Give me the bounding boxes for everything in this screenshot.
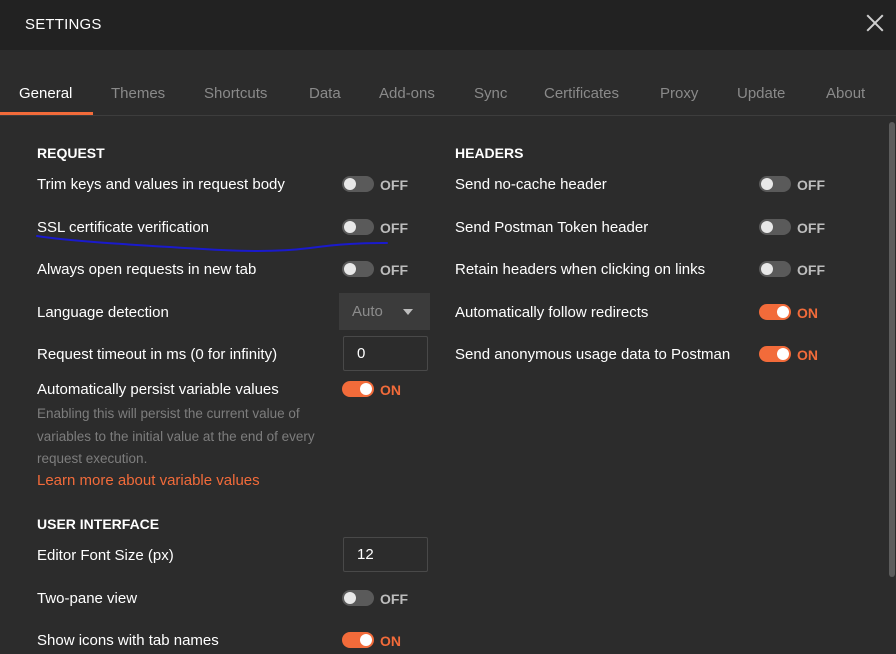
- toggle-knob: [761, 263, 773, 275]
- toggle-knob: [761, 178, 773, 190]
- postman-token-label: Send Postman Token header: [455, 219, 649, 236]
- tab-general[interactable]: General: [19, 85, 72, 102]
- no-cache-label: Send no-cache header: [455, 176, 607, 193]
- anonymous-usage-toggle[interactable]: [759, 346, 791, 362]
- tab-sync[interactable]: Sync: [474, 85, 507, 102]
- toggle-knob: [777, 348, 789, 360]
- toggle-knob: [344, 221, 356, 233]
- user-interface-section-title: USER INTERFACE: [37, 516, 160, 532]
- persist-variables-toggle[interactable]: [342, 381, 374, 397]
- two-pane-view-label: Two-pane view: [37, 590, 138, 607]
- tab-shortcuts[interactable]: Shortcuts: [204, 85, 267, 102]
- follow-redirects-state: ON: [797, 305, 818, 321]
- close-icon[interactable]: [864, 12, 886, 34]
- trim-keys-label: Trim keys and values in request body: [37, 176, 285, 193]
- toggle-knob: [360, 634, 372, 646]
- open-new-tab-state: OFF: [380, 262, 408, 278]
- language-detection-value: Auto: [352, 303, 383, 320]
- trim-keys-toggle[interactable]: [342, 176, 374, 192]
- request-timeout-input[interactable]: 0: [343, 336, 428, 371]
- follow-redirects-toggle[interactable]: [759, 304, 791, 320]
- tab-themes[interactable]: Themes: [111, 85, 165, 102]
- toggle-knob: [360, 383, 372, 395]
- ssl-verification-label: SSL certificate verification: [37, 219, 210, 236]
- tab-data[interactable]: Data: [309, 85, 341, 102]
- persist-variables-state: ON: [380, 382, 401, 398]
- open-new-tab-label: Always open requests in new tab: [37, 261, 257, 278]
- tab-certificates[interactable]: Certificates: [544, 85, 619, 102]
- settings-tabs: General Themes Shortcuts Data Add-ons Sy…: [0, 50, 896, 116]
- retain-headers-state: OFF: [797, 262, 825, 278]
- postman-token-state: OFF: [797, 220, 825, 236]
- retain-headers-toggle[interactable]: [759, 261, 791, 277]
- toggle-knob: [761, 221, 773, 233]
- window-title: SETTINGS: [25, 16, 102, 33]
- tab-add-ons[interactable]: Add-ons: [379, 85, 435, 102]
- show-icons-state: ON: [380, 633, 401, 649]
- no-cache-toggle[interactable]: [759, 176, 791, 192]
- postman-token-toggle[interactable]: [759, 219, 791, 235]
- tab-update[interactable]: Update: [737, 85, 785, 102]
- toggle-knob: [344, 178, 356, 190]
- two-pane-view-state: OFF: [380, 591, 408, 607]
- chevron-down-icon: [403, 309, 413, 315]
- active-tab-indicator: [0, 112, 93, 115]
- open-new-tab-toggle[interactable]: [342, 261, 374, 277]
- title-bar: SETTINGS: [0, 0, 896, 50]
- language-detection-select[interactable]: Auto: [339, 293, 430, 330]
- request-timeout-label: Request timeout in ms (0 for infinity): [37, 346, 278, 363]
- show-icons-label: Show icons with tab names: [37, 632, 219, 649]
- tab-proxy[interactable]: Proxy: [660, 85, 698, 102]
- show-icons-toggle[interactable]: [342, 632, 374, 648]
- request-section-title: REQUEST: [37, 145, 105, 161]
- toggle-knob: [777, 306, 789, 318]
- scrollbar[interactable]: [888, 118, 896, 654]
- toggle-knob: [344, 592, 356, 604]
- no-cache-state: OFF: [797, 177, 825, 193]
- learn-more-link[interactable]: Learn more about variable values: [37, 472, 260, 489]
- ssl-verification-toggle[interactable]: [342, 219, 374, 235]
- persist-variables-label: Automatically persist variable values: [37, 381, 279, 398]
- persist-variables-help: Enabling this will persist the current v…: [37, 406, 315, 466]
- scrollbar-thumb[interactable]: [889, 122, 895, 577]
- editor-font-size-label: Editor Font Size (px): [37, 547, 174, 564]
- anonymous-usage-label: Send anonymous usage data to Postman: [455, 346, 731, 363]
- editor-font-size-input[interactable]: 12: [343, 537, 428, 572]
- trim-keys-state: OFF: [380, 177, 408, 193]
- ssl-verification-state: OFF: [380, 220, 408, 236]
- headers-section-title: HEADERS: [455, 145, 524, 161]
- two-pane-view-toggle[interactable]: [342, 590, 374, 606]
- language-detection-label: Language detection: [37, 304, 169, 321]
- tab-about[interactable]: About: [826, 85, 865, 102]
- anonymous-usage-state: ON: [797, 347, 818, 363]
- follow-redirects-label: Automatically follow redirects: [455, 304, 649, 321]
- retain-headers-label: Retain headers when clicking on links: [455, 261, 706, 278]
- toggle-knob: [344, 263, 356, 275]
